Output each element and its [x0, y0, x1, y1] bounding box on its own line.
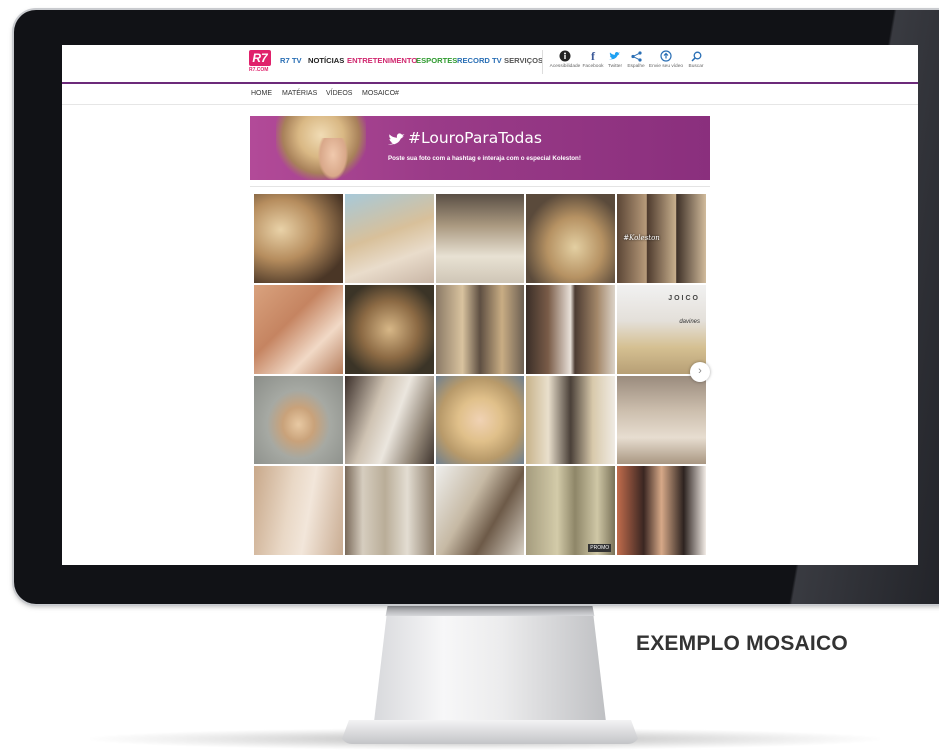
mosaic-tile[interactable]: [343, 193, 435, 284]
subnav-home[interactable]: HOME: [251, 90, 272, 97]
nav-servicos[interactable]: SERVIÇOS: [504, 56, 543, 65]
tool-label: Acessibilidade: [549, 64, 581, 69]
r7-logo[interactable]: R7 R7.COM: [249, 50, 271, 74]
tile-brand-joico: JOICO: [668, 294, 700, 302]
banner-hashtag: #LouroParaTodas: [408, 129, 542, 147]
mosaic-tile[interactable]: [253, 193, 344, 284]
tool-facebook[interactable]: f Facebook: [581, 48, 605, 70]
mosaic-tile[interactable]: [525, 193, 617, 284]
divider: [250, 186, 710, 187]
search-icon: [686, 49, 706, 63]
subnav-mosaico[interactable]: MOSAICO#: [362, 90, 399, 97]
mosaic-tile[interactable]: [434, 374, 526, 466]
mosaic-tile[interactable]: JOICO davines: [616, 283, 707, 375]
mosaic-tile[interactable]: #Koleston: [616, 193, 707, 284]
tool-search[interactable]: Buscar: [686, 49, 706, 69]
nav-r7tv[interactable]: R7 TV: [280, 56, 302, 65]
tool-label: Twitter: [607, 64, 623, 69]
twitter-icon: [605, 49, 625, 63]
tool-accessibility[interactable]: Acessibilidade: [549, 49, 581, 69]
photo-mosaic: #Koleston JOICO davines PROMO: [253, 193, 707, 556]
nav-record-tv[interactable]: RECORD TV: [457, 56, 502, 65]
mosaic-tile[interactable]: [343, 283, 435, 375]
tool-label: Espalhe: [627, 64, 645, 69]
tile-sign: PROMO: [588, 544, 612, 552]
monitor-base: [340, 720, 640, 744]
mosaic-tile[interactable]: [434, 283, 526, 375]
caption-title: EXEMPLO MOSAICO: [636, 632, 848, 655]
mosaic-tile[interactable]: [525, 374, 617, 466]
share-icon: [625, 49, 647, 63]
logo-sub: R7.COM: [249, 67, 269, 73]
tile-brand-davines: davines: [679, 318, 700, 325]
banner-model-face: [318, 138, 348, 180]
tool-share[interactable]: Espalhe: [625, 49, 647, 69]
accessibility-icon: [549, 49, 581, 63]
mosaic-tile[interactable]: [253, 374, 344, 466]
site-header: R7 R7.COM R7 TV NOTÍCIAS ENTRETENIMENTO …: [62, 45, 918, 84]
section-subnav: HOME MATÉRIAS VÍDEOS MOSAICO#: [62, 84, 918, 105]
monitor-stand: [374, 604, 606, 722]
tool-twitter[interactable]: Twitter: [605, 49, 625, 69]
nav-esportes[interactable]: ESPORTES: [416, 56, 457, 65]
tile-overlay-text: #Koleston: [623, 234, 660, 242]
campaign-banner[interactable]: #LouroParaTodas Poste sua foto com a has…: [250, 116, 710, 180]
monitor-screen: R7 R7.COM R7 TV NOTÍCIAS ENTRETENIMENTO …: [62, 45, 918, 565]
mosaic-tile[interactable]: [253, 465, 344, 556]
mosaic-tile[interactable]: PROMO: [525, 465, 617, 556]
tool-label: Envie seu vídeo: [648, 64, 684, 69]
nav-noticias[interactable]: NOTÍCIAS: [308, 56, 344, 65]
subnav-materias[interactable]: MATÉRIAS: [282, 90, 317, 97]
monitor-stand-shadow: [385, 604, 595, 616]
mosaic-next-arrow[interactable]: ›: [690, 362, 710, 382]
facebook-icon: f: [591, 48, 595, 63]
mosaic-tile[interactable]: [253, 283, 344, 375]
tool-label: Facebook: [582, 64, 604, 69]
mosaic-tile[interactable]: [343, 374, 435, 466]
upload-video-icon: [647, 49, 685, 63]
mosaic-tile[interactable]: [616, 465, 707, 556]
mosaic-tile[interactable]: [434, 465, 526, 556]
logo-mark: R7: [249, 50, 271, 66]
banner-twitter-icon: [388, 133, 405, 146]
nav-separator: [542, 50, 543, 74]
mosaic-tile[interactable]: [525, 283, 617, 375]
tool-label: Buscar: [688, 64, 704, 69]
tool-upload-video[interactable]: Envie seu vídeo: [647, 49, 685, 69]
mosaic-tile[interactable]: [343, 465, 435, 556]
mosaic-tile[interactable]: [616, 374, 707, 466]
subnav-videos[interactable]: VÍDEOS: [326, 90, 352, 97]
nav-entretenimento[interactable]: ENTRETENIMENTO: [347, 56, 417, 65]
banner-subtitle: Poste sua foto com a hashtag e interaja …: [388, 155, 581, 162]
mosaic-tile[interactable]: [434, 193, 526, 284]
